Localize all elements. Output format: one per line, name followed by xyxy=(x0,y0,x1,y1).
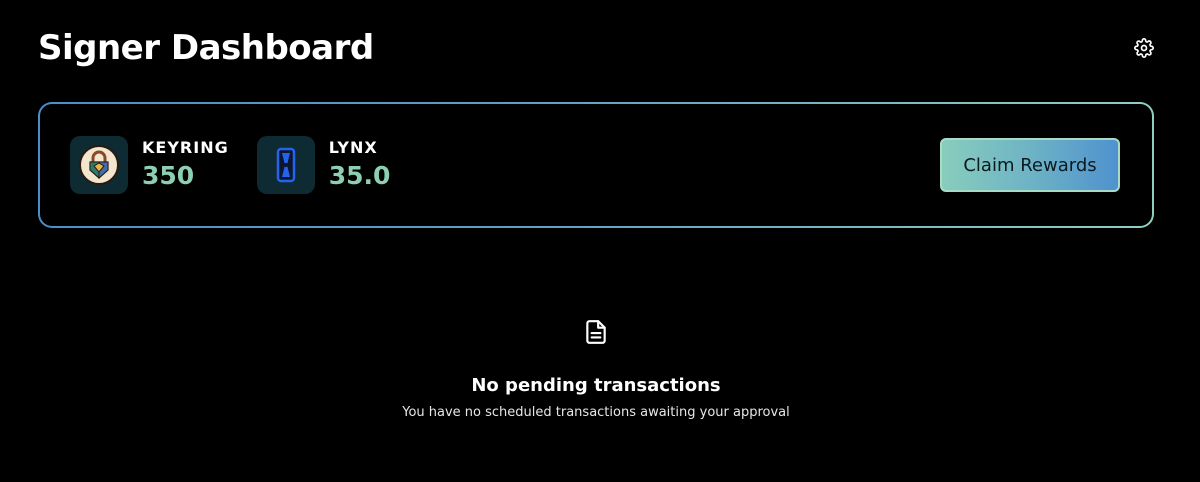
token-lynx-text: LYNX 35.0 xyxy=(329,137,391,193)
rewards-card: KEYRING 350 LYNX 35.0 Claim Rewards xyxy=(38,102,1154,228)
gear-icon xyxy=(1134,38,1154,58)
document-icon xyxy=(586,320,606,344)
token-lynx: LYNX 35.0 xyxy=(256,136,391,194)
token-name: LYNX xyxy=(328,138,378,157)
claim-rewards-button[interactable]: Claim Rewards xyxy=(940,138,1120,192)
header: Signer Dashboard xyxy=(38,26,1154,70)
keyring-logo-icon xyxy=(70,136,128,194)
page-title: Signer Dashboard xyxy=(38,28,374,68)
token-amount: 35.0 xyxy=(328,161,391,190)
token-name: KEYRING xyxy=(142,138,229,157)
rewards-card-inner: KEYRING 350 LYNX 35.0 Claim Rewards xyxy=(40,104,1152,226)
empty-state-title: No pending transactions xyxy=(471,375,721,396)
signer-dashboard-page: Signer Dashboard KEYRING 350 LYNX 35.0 C… xyxy=(0,0,1200,482)
empty-state-subtitle: You have no scheduled transactions await… xyxy=(402,405,790,420)
empty-state: No pending transactions You have no sche… xyxy=(0,318,1192,422)
token-keyring-text: KEYRING 350 xyxy=(142,137,229,193)
token-keyring: KEYRING 350 xyxy=(70,136,229,194)
settings-button[interactable] xyxy=(1126,30,1162,66)
lynx-logo-icon xyxy=(256,136,315,194)
token-amount: 350 xyxy=(142,161,195,190)
